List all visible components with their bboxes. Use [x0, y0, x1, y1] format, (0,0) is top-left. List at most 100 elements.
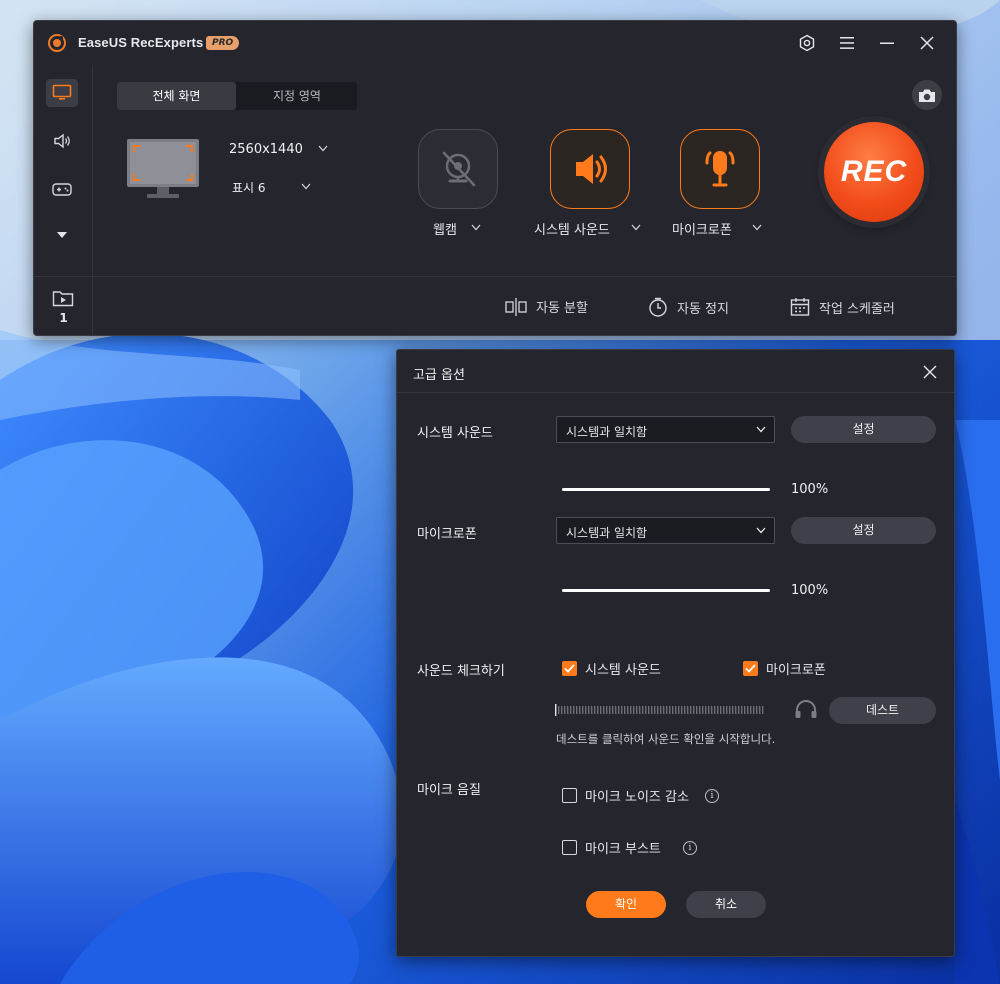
task-scheduler-button[interactable]: 작업 스케줄러 [790, 297, 895, 317]
mic-quality-label: 마이크 음질 [417, 783, 481, 798]
webcam-toggle-button[interactable] [418, 129, 498, 209]
advanced-options-dialog: 고급 옵션 시스템 사운드 시스템과 일치함 설정 100% 마이크로폰 시스템… [396, 349, 955, 957]
display-preview-icon [127, 139, 199, 198]
task-scheduler-label: 작업 스케줄러 [819, 301, 895, 317]
level-meter-tick [594, 706, 596, 714]
level-meter-tick [684, 706, 686, 714]
auto-split-label: 자동 분할 [536, 301, 588, 316]
tab-full-screen[interactable]: 전체 화면 [117, 82, 236, 110]
display-select[interactable]: 표시 6 [232, 179, 266, 196]
resolution-select[interactable]: 2560x1440 [229, 142, 303, 157]
level-meter-tick [651, 706, 653, 714]
level-meter-tick [756, 706, 758, 714]
level-meter-tick [603, 706, 605, 714]
level-meter-tick [687, 706, 689, 714]
sidebar-item-game[interactable] [46, 175, 78, 203]
chevron-down-icon[interactable] [471, 224, 481, 231]
sidebar-item-audio[interactable] [46, 127, 78, 155]
close-window-button[interactable] [915, 31, 939, 55]
level-meter-tick [672, 706, 674, 714]
settings-button[interactable] [795, 31, 819, 55]
recorder-main-window: EaseUS RecExperts PRO 1 전체 화면 지정 영역 2560… [33, 20, 957, 336]
triangle-down-icon [57, 232, 67, 238]
level-meter-tick [744, 706, 746, 714]
menu-button[interactable] [835, 31, 859, 55]
level-meter-tick [597, 706, 599, 714]
chevron-down-icon[interactable] [631, 224, 641, 231]
level-meter-tick [723, 706, 725, 714]
chevron-down-icon[interactable] [318, 145, 328, 152]
microphone-volume-slider[interactable] [562, 589, 770, 592]
level-meter-tick [753, 706, 755, 714]
sound-check-label: 사운드 체크하기 [417, 664, 505, 679]
info-icon[interactable]: i [682, 840, 697, 855]
level-meter-tick [759, 706, 761, 714]
level-meter-tick [558, 706, 560, 714]
level-meter-tick [696, 706, 698, 714]
microphone-settings-button[interactable]: 설정 [791, 517, 936, 544]
level-meter-tick [606, 706, 608, 714]
level-meter-tick [636, 706, 638, 714]
level-meter-tick [732, 706, 734, 714]
checkbox-unchecked[interactable] [562, 840, 577, 855]
system-sound-toggle-button[interactable] [550, 129, 630, 209]
microphone-device-select[interactable]: 시스템과 일치함 [556, 517, 775, 544]
sidebar-more-button[interactable] [46, 221, 78, 249]
level-meter-tick [654, 706, 656, 714]
system-sound-settings-button[interactable]: 설정 [791, 416, 936, 443]
video-folder-icon [52, 291, 74, 307]
dialog-close-button[interactable] [920, 362, 940, 382]
level-meter-tick [567, 706, 569, 714]
mode-sidebar: 1 [34, 65, 93, 336]
divider [397, 392, 954, 393]
sound-check-microphone-label: 마이크로폰 [766, 663, 826, 678]
checkmark-icon [564, 664, 575, 673]
tab-custom-region[interactable]: 지정 영역 [237, 82, 357, 110]
level-meter-tick [612, 706, 614, 714]
checkbox-unchecked[interactable] [562, 788, 577, 803]
level-meter-tick [573, 706, 575, 714]
level-meter-tick [648, 706, 650, 714]
level-meter-tick [570, 706, 572, 714]
level-meter-tick [675, 706, 677, 714]
level-meter-tick [657, 706, 659, 714]
level-meter-tick [750, 706, 752, 714]
cancel-button[interactable]: 취소 [686, 891, 766, 918]
sound-test-button[interactable]: 데스트 [829, 697, 936, 724]
mic-boost-option[interactable]: 마이크 부스트 i [562, 838, 697, 857]
auto-stop-button[interactable]: 자동 정지 [648, 297, 729, 317]
level-meter-tick [738, 706, 740, 714]
system-sound-row-label: 시스템 사운드 [417, 426, 493, 441]
split-icon [505, 297, 527, 316]
chevron-down-icon[interactable] [301, 183, 311, 190]
checkbox-checked[interactable] [562, 661, 577, 676]
hexagon-settings-icon [799, 34, 815, 52]
screenshot-button[interactable] [912, 80, 942, 110]
level-meter-tick [702, 706, 704, 714]
sound-check-system-option[interactable]: 시스템 사운드 [562, 659, 661, 678]
close-icon [923, 365, 937, 379]
checkbox-checked[interactable] [743, 661, 758, 676]
microphone-label: 마이크로폰 [672, 223, 732, 238]
headphones-icon [795, 700, 817, 718]
chevron-down-icon [756, 527, 766, 534]
record-button[interactable]: REC [824, 122, 924, 222]
chevron-down-icon[interactable] [752, 224, 762, 231]
minimize-button[interactable] [875, 31, 899, 55]
microphone-toggle-button[interactable] [680, 129, 760, 209]
system-sound-volume-slider[interactable] [562, 488, 770, 491]
auto-split-button[interactable]: 자동 분할 [505, 297, 588, 316]
sidebar-item-screen[interactable] [46, 79, 78, 107]
level-meter-tick [762, 706, 764, 714]
dialog-title: 고급 옵션 [413, 368, 465, 383]
system-sound-device-select[interactable]: 시스템과 일치함 [556, 416, 775, 443]
recordings-list-button[interactable] [34, 276, 93, 336]
ok-button[interactable]: 확인 [586, 891, 666, 918]
info-icon[interactable]: i [704, 788, 719, 803]
sound-check-microphone-option[interactable]: 마이크로폰 [743, 659, 826, 678]
system-sound-volume-value: 100% [791, 482, 829, 497]
microphone-on-icon [705, 151, 735, 187]
noise-reduction-option[interactable]: 마이크 노이즈 감소 i [562, 786, 719, 805]
monitor-icon [52, 84, 72, 100]
webcam-off-icon [442, 151, 476, 187]
